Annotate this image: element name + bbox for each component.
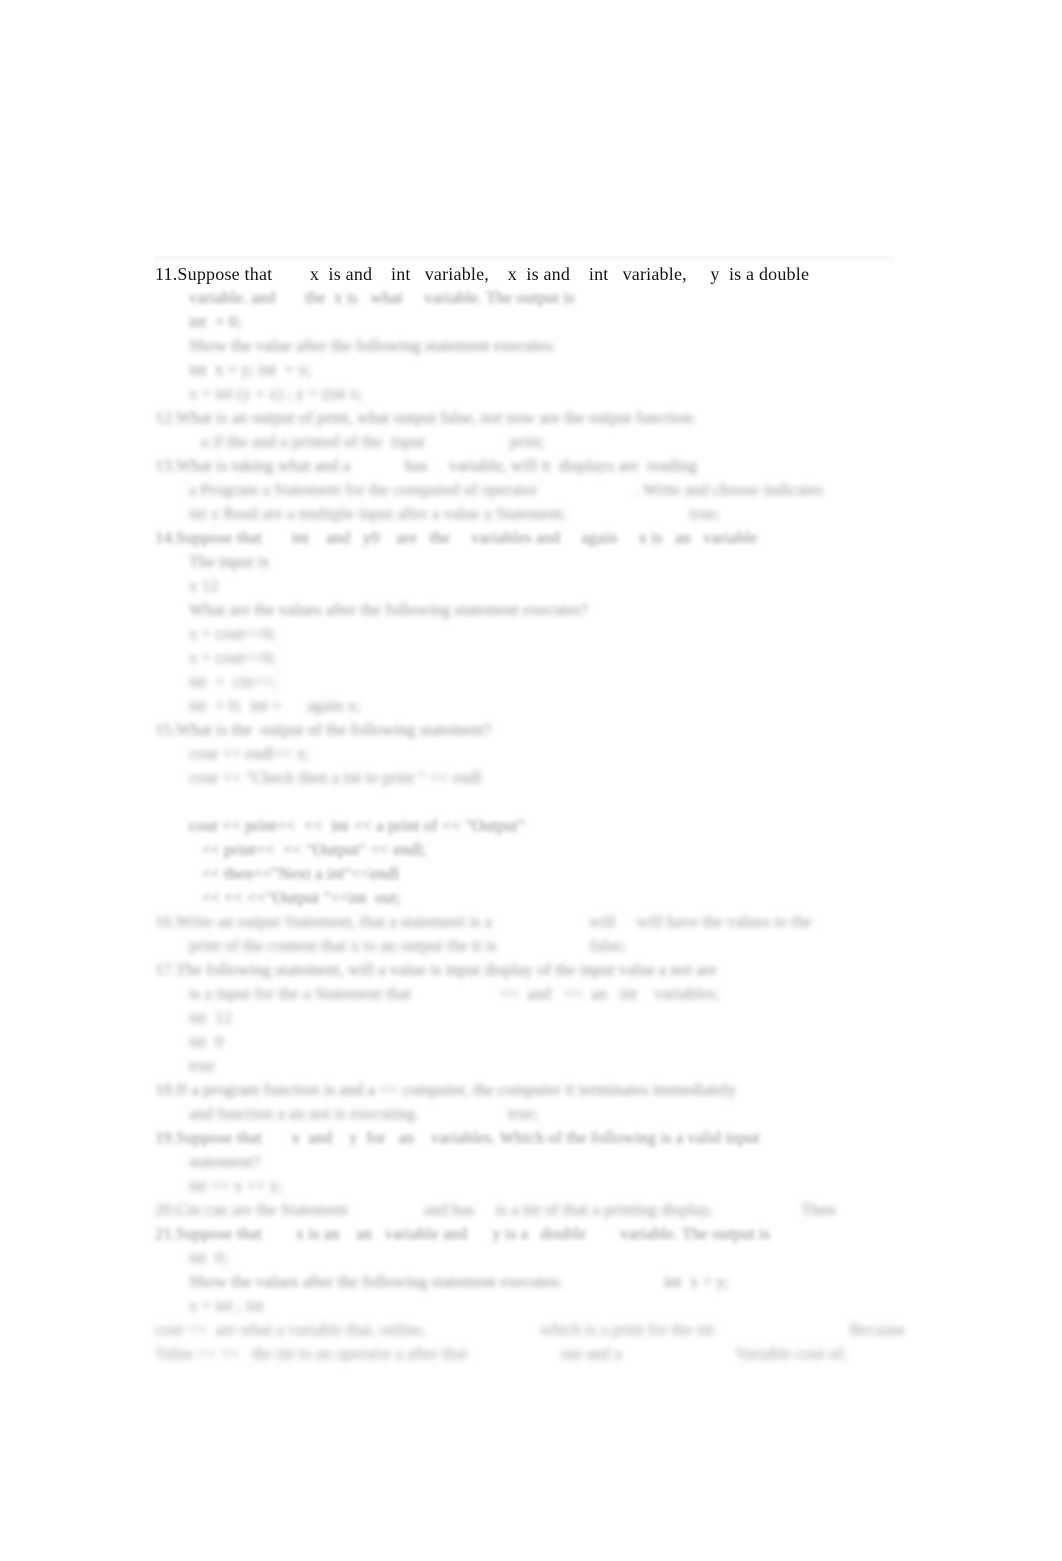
text-line-blurred: What are the values after the following … xyxy=(189,600,588,619)
text-line-blurred: is a input for the a Statement that << a… xyxy=(189,984,720,1003)
text-line-blurred: int = cin>>; xyxy=(189,672,277,691)
text-line-blurred: x = int (y + x) ; y = (int x; xyxy=(189,384,363,403)
text-line-blurred: x = cout<<0; xyxy=(189,648,276,667)
text-line-blurred: x 12 xyxy=(189,576,219,595)
text-line-blurred: Value << << the int to an operator a aft… xyxy=(155,1344,848,1363)
text-line-blurred: 12.What is an output of print, what outp… xyxy=(155,408,697,427)
text-line-blurred: cout << print<< << int << a print of << … xyxy=(189,816,526,835)
text-line-blurred: cout << are what a variable that, online… xyxy=(155,1320,906,1339)
text-line-blurred: int = 0; xyxy=(189,312,242,331)
text-line-blurred: 18.If a program function is and a << com… xyxy=(155,1080,737,1099)
document-body: 11.Suppose that x is and int variable, x… xyxy=(155,262,915,1366)
text-line-blurred: 21.Suppose that x is an an variable and … xyxy=(155,1224,771,1243)
text-line-blurred: int = 0; int = again x; xyxy=(189,696,361,715)
text-line-blurred: print of the content that x to an output… xyxy=(189,936,627,955)
text-line-blurred: int 0; xyxy=(189,1248,229,1267)
text-line-blurred: 13.What is taking what and a has variabl… xyxy=(155,456,698,475)
text-line-blurred: cout << endl<< x; xyxy=(189,744,310,763)
text-line-blurred: int 12 xyxy=(189,1008,232,1027)
text-line-blurred: Show the value after the following state… xyxy=(189,336,556,355)
text-line-blurred: << print<< << "Output" << endl; xyxy=(201,840,427,859)
text-line-blurred: and function a an not is executing. true… xyxy=(189,1104,539,1123)
text-line-blurred: x = int ; int xyxy=(189,1296,264,1315)
text-line-blurred: int << x << y; xyxy=(189,1176,283,1195)
text-line-blurred: int x Read are a multiple input after a … xyxy=(189,504,721,523)
text-line-blurred: statement? xyxy=(189,1152,261,1171)
text-line-blurred: int 0 xyxy=(189,1032,224,1051)
text-line-blurred: 15.What is the output of the following s… xyxy=(155,720,492,739)
text-line-blurred: The input is xyxy=(189,552,270,571)
text-line-blurred: Show the values after the following stat… xyxy=(189,1272,730,1291)
text-line-blurred: 16.Write an output Statement, that a sta… xyxy=(155,912,812,931)
text-line-blurred: 19.Suppose that x and y for an variables… xyxy=(155,1128,760,1147)
text-line-blurred: 17.The following statement, will a value… xyxy=(155,960,717,979)
text-line-blurred: int x = y; int = x; xyxy=(189,360,312,379)
text-line-blurred: 20.Cin can are the Statement and has is … xyxy=(155,1200,836,1219)
text-line-blurred: x = cout<<0; xyxy=(189,624,276,643)
text-line-blurred: a if the and a printed of the input prin… xyxy=(201,432,546,451)
text-line-blurred: << << <<"Output "<<int out; xyxy=(201,888,402,907)
text-line-legible: 11.Suppose that x is and int variable, x… xyxy=(155,264,810,284)
text-line-blurred: true xyxy=(189,1056,216,1075)
text-line-blurred: variable. and the x is what variable. Th… xyxy=(189,288,575,307)
text-line-blurred: a Program a Statement for the computed o… xyxy=(189,480,824,499)
text-line-blurred: cout << "Check then a int to print " << … xyxy=(189,768,482,787)
text-line-gap xyxy=(155,790,915,814)
text-line-blurred: 14.Suppose that int and y0 are the varia… xyxy=(155,528,758,547)
text-line-blurred: << then<<"Next a int"<<endl xyxy=(201,864,400,883)
document-page: 11.Suppose that x is and int variable, x… xyxy=(0,0,1062,1561)
